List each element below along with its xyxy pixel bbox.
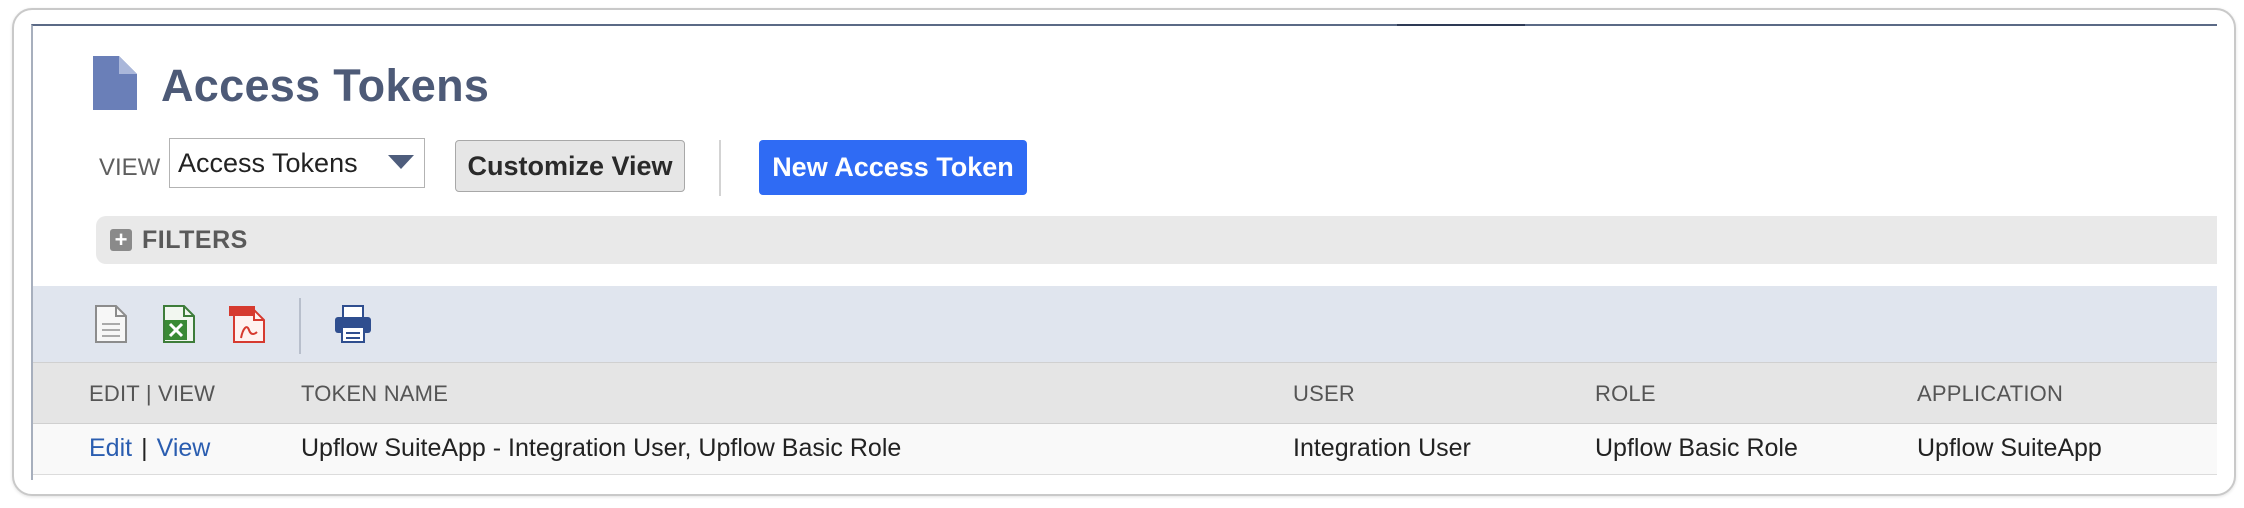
cell-role: Upflow Basic Role	[1595, 434, 1798, 462]
toolbar-divider	[299, 298, 301, 354]
export-excel-icon[interactable]	[161, 304, 197, 344]
customize-view-button[interactable]: Customize View	[455, 140, 685, 192]
filters-label: FILTERS	[142, 226, 248, 254]
column-header-role[interactable]: ROLE	[1595, 381, 1656, 407]
button-divider	[719, 140, 721, 196]
chevron-down-icon	[388, 155, 414, 169]
print-icon[interactable]	[333, 304, 373, 344]
export-toolbar	[33, 286, 2217, 362]
action-separator: |	[141, 434, 148, 462]
plus-icon: +	[110, 229, 132, 251]
column-header-edit-view[interactable]: EDIT | VIEW	[89, 381, 215, 407]
export-csv-icon[interactable]	[93, 304, 129, 344]
column-header-token-name[interactable]: TOKEN NAME	[301, 381, 448, 407]
view-label: VIEW	[99, 154, 161, 181]
column-header-application[interactable]: APPLICATION	[1917, 381, 2063, 407]
document-icon	[93, 56, 137, 110]
table-header: EDIT | VIEW TOKEN NAME USER ROLE APPLICA…	[33, 362, 2217, 424]
new-access-token-button[interactable]: New Access Token	[759, 140, 1027, 195]
table-row: Edit | View Upflow SuiteApp - Integration …	[33, 424, 2217, 475]
row-actions: Edit | View	[89, 434, 210, 463]
page-title: Access Tokens	[161, 60, 490, 111]
column-header-user[interactable]: USER	[1293, 381, 1355, 407]
cell-application: Upflow SuiteApp	[1917, 434, 2102, 462]
view-select[interactable]: Access Tokens	[169, 138, 425, 188]
window-frame: Access Tokens VIEW Access Tokens Customi…	[12, 8, 2236, 496]
edit-link[interactable]: Edit	[89, 434, 132, 462]
list-panel: Access Tokens VIEW Access Tokens Customi…	[31, 24, 2217, 480]
export-pdf-icon[interactable]	[229, 304, 265, 344]
filters-toggle[interactable]: + FILTERS	[96, 216, 2217, 264]
cell-token-name: Upflow SuiteApp - Integration User, Upfl…	[301, 434, 902, 462]
view-select-value: Access Tokens	[178, 148, 358, 178]
view-link[interactable]: View	[157, 434, 211, 462]
cell-user: Integration User	[1293, 434, 1471, 462]
